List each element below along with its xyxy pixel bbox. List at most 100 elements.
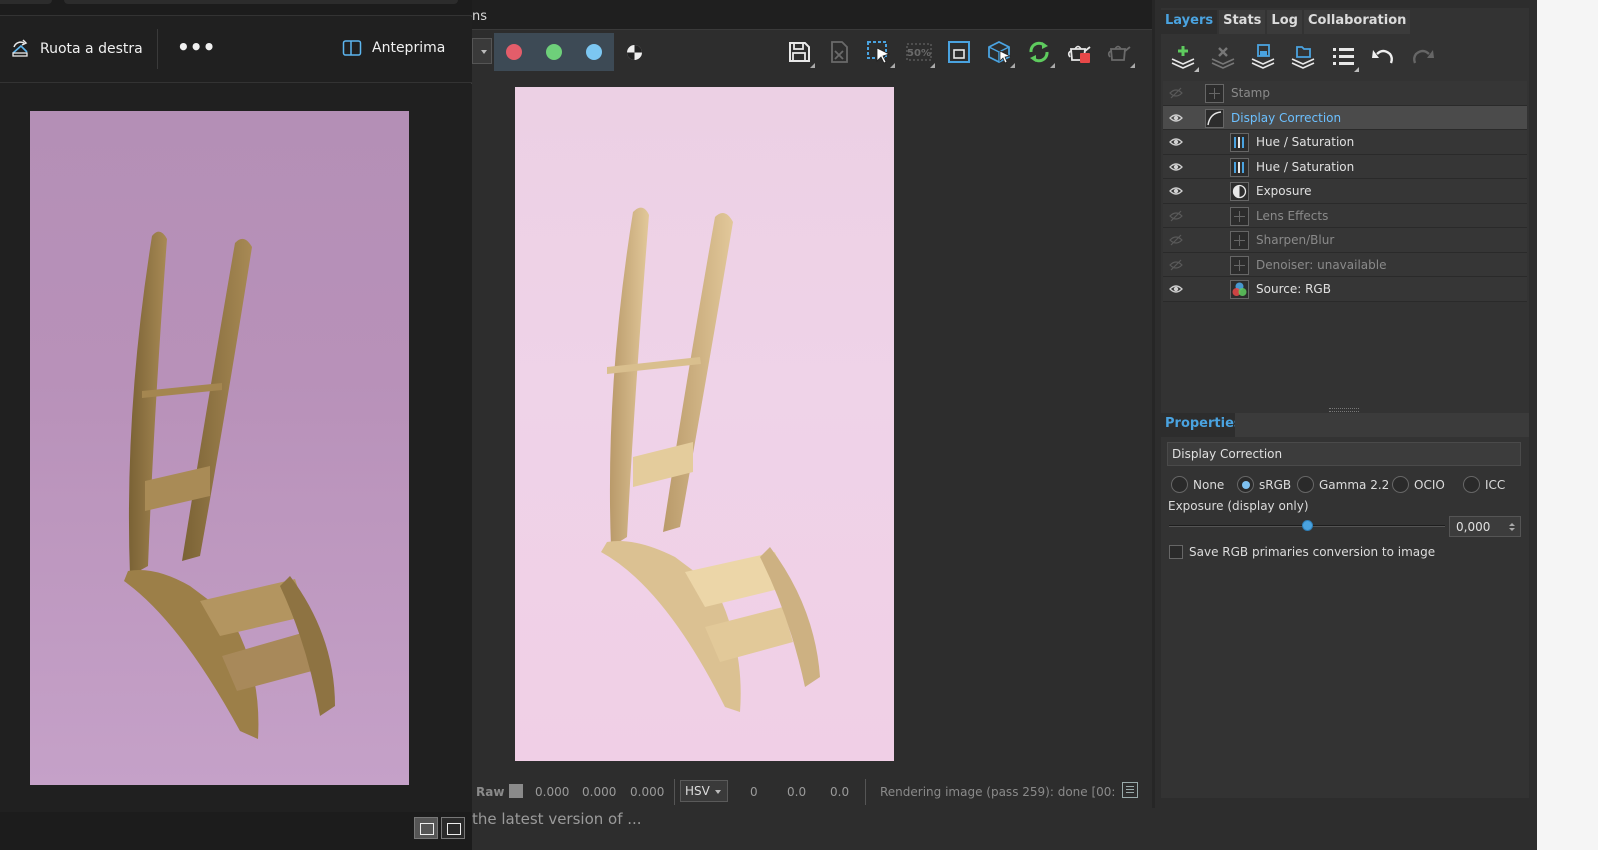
visibility-hidden-icon[interactable]	[1169, 210, 1183, 222]
render-canvas[interactable]	[515, 87, 894, 761]
tab-properties[interactable]: Properties	[1161, 413, 1246, 437]
more-options-button[interactable]: •••	[177, 33, 215, 63]
visibility-eye-icon[interactable]	[1169, 161, 1183, 173]
layer-row[interactable]: Sharpen/Blur	[1163, 228, 1527, 253]
photo-image[interactable]	[30, 111, 409, 785]
radio-icc[interactable]: ICC	[1463, 476, 1505, 493]
layer-row[interactable]: Stamp	[1163, 81, 1527, 106]
render-teapot-button[interactable]	[1102, 35, 1136, 69]
layer-presets-button[interactable]	[1327, 40, 1359, 72]
radio-srgb[interactable]: sRGB	[1237, 476, 1291, 493]
load-layers-icon	[1291, 46, 1315, 69]
raw-label: Raw	[476, 785, 505, 799]
photo-viewer-window: Ruota a destra ••• Anteprima	[0, 0, 472, 850]
preview-button[interactable]: Anteprima	[342, 39, 445, 57]
layer-name: Hue / Saturation	[1256, 159, 1355, 174]
visibility-hidden-icon[interactable]	[1169, 234, 1183, 246]
clear-image-button[interactable]	[822, 35, 856, 69]
layer-row[interactable]: Display Correction	[1163, 105, 1527, 130]
refresh-icon	[1029, 41, 1049, 63]
tab-collaboration[interactable]: Collaboration	[1303, 10, 1411, 34]
list-icon	[1333, 48, 1354, 65]
undo-icon	[1372, 49, 1393, 64]
layer-row[interactable]: Exposure	[1163, 179, 1527, 204]
layer-row[interactable]: Hue / Saturation	[1163, 130, 1527, 155]
visibility-eye-icon[interactable]	[1169, 283, 1183, 295]
layer-name: Denoiser: unavailable	[1256, 257, 1387, 272]
fit-window-button[interactable]	[942, 35, 976, 69]
layer-row[interactable]: Source: RGB	[1163, 277, 1527, 302]
redo-button[interactable]	[1407, 40, 1439, 72]
rendered-chair-image	[601, 207, 820, 712]
zoom-50-button[interactable]: 50%	[902, 35, 936, 69]
region-select-button[interactable]	[862, 35, 896, 69]
load-layers-button[interactable]	[1287, 40, 1319, 72]
titlebar-control[interactable]	[0, 0, 52, 4]
raw-g-value: 0.000	[582, 785, 617, 799]
desktop: ns 50% Raw 0.000 0.000 0.000 HSV 0 0.0 0…	[0, 0, 1598, 850]
render-toolbar: 50%	[472, 31, 1152, 73]
undo-button[interactable]	[1367, 40, 1399, 72]
save-layers-button[interactable]	[1247, 40, 1279, 72]
photo-command-bar: Ruota a destra ••• Anteprima	[0, 17, 472, 83]
exposure-slider-thumb[interactable]	[1302, 520, 1313, 531]
properties-header: Properties	[1161, 413, 1529, 437]
save-image-button[interactable]	[782, 35, 816, 69]
save-primaries-checkbox[interactable]: Save RGB primaries conversion to image	[1169, 545, 1435, 559]
tab-layers[interactable]: Layers	[1161, 10, 1218, 34]
desktop-background	[1537, 0, 1598, 850]
remove-layer-button[interactable]	[1207, 40, 1239, 72]
single-view-button[interactable]	[441, 817, 465, 839]
blue-channel-button[interactable]	[574, 33, 614, 71]
layer-row[interactable]: Lens Effects	[1163, 203, 1527, 228]
clear-image-icon	[831, 41, 848, 63]
visibility-hidden-icon[interactable]	[1169, 87, 1183, 99]
layer-name: Exposure	[1256, 184, 1312, 198]
radio-gamma[interactable]: Gamma 2.2	[1297, 476, 1389, 493]
sharpen-icon	[1230, 231, 1249, 250]
radio-none[interactable]: None	[1171, 476, 1224, 493]
stop-render-button[interactable]	[1062, 35, 1096, 69]
green-channel-button[interactable]	[534, 33, 574, 71]
display-dropdown[interactable]	[472, 38, 492, 64]
filmstrip-view-button[interactable]	[414, 817, 438, 839]
panel-tabs: Layers Stats Log Collaboration	[1161, 10, 1412, 34]
radio-label: OCIO	[1414, 477, 1445, 492]
layer-row[interactable]: Denoiser: unavailable	[1163, 252, 1527, 277]
raw-b-value: 0.000	[630, 785, 665, 799]
alpha-icon	[627, 45, 642, 60]
hsv-v-value: 0.0	[830, 785, 850, 799]
svg-text:50%: 50%	[907, 48, 931, 59]
stamp-icon	[1205, 84, 1224, 103]
blue-channel-icon	[586, 44, 602, 60]
red-channel-button[interactable]	[494, 33, 534, 71]
region-render-button[interactable]	[982, 35, 1016, 69]
teapot-stop-icon	[1067, 45, 1091, 63]
add-layer-icon	[1171, 46, 1195, 69]
layer-row[interactable]: Hue / Saturation	[1163, 154, 1527, 179]
hsv-s-value: 0.0	[787, 785, 807, 799]
alpha-channel-button[interactable]	[614, 33, 654, 71]
titlebar-search[interactable]	[64, 0, 458, 4]
visibility-hidden-icon[interactable]	[1169, 259, 1183, 271]
layer-name: Sharpen/Blur	[1256, 233, 1335, 247]
tab-log[interactable]: Log	[1267, 10, 1302, 34]
rotate-right-button[interactable]: Ruota a destra	[10, 39, 143, 59]
visibility-eye-icon[interactable]	[1169, 112, 1183, 124]
radio-button	[1171, 476, 1188, 493]
color-mode-select[interactable]: HSV	[680, 780, 728, 802]
tab-stats[interactable]: Stats	[1219, 10, 1266, 34]
refresh-render-button[interactable]	[1022, 35, 1056, 69]
bars-icon	[1230, 157, 1249, 177]
visibility-eye-icon[interactable]	[1169, 136, 1183, 148]
visibility-eye-icon[interactable]	[1169, 185, 1183, 197]
menu-item-options[interactable]: ns	[472, 9, 487, 24]
red-channel-icon	[506, 44, 522, 60]
radio-button	[1297, 476, 1314, 493]
render-log-icon[interactable]	[1122, 782, 1138, 798]
zoom-50-icon: 50%	[906, 43, 932, 61]
panel-splitter[interactable]	[1161, 406, 1529, 412]
radio-ocio[interactable]: OCIO	[1392, 476, 1445, 493]
exposure-spinbox[interactable]: 0,000	[1449, 516, 1521, 537]
add-layer-button[interactable]	[1167, 40, 1199, 72]
